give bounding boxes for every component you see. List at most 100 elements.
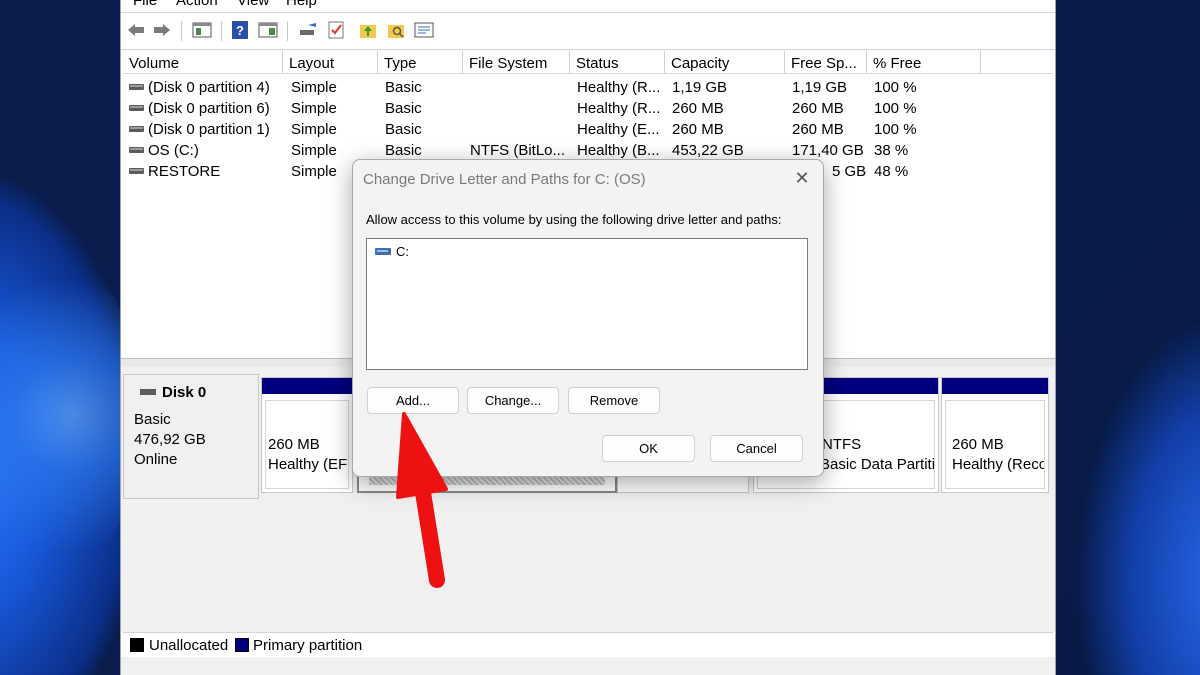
- volume-capacity: 453,22 GB: [672, 142, 744, 159]
- column-file-system[interactable]: File System: [463, 51, 570, 73]
- volume-status: Healthy (R...: [577, 100, 661, 117]
- volume-icon: [129, 168, 144, 174]
- primary-partition-bar: [942, 378, 1048, 394]
- volume-percent-free: 38 %: [874, 142, 909, 159]
- volume-capacity: 260 MB: [672, 121, 724, 138]
- volume-type: Basic: [385, 121, 422, 138]
- drive-icon: [375, 248, 391, 255]
- ok-button[interactable]: OK: [602, 435, 695, 462]
- remove-button[interactable]: Remove: [568, 387, 660, 414]
- partition-size: 260 MB: [952, 436, 1004, 453]
- volume-layout: Simple: [291, 100, 337, 117]
- partition-fs: NTFS: [822, 436, 862, 453]
- close-icon[interactable]: ✕: [793, 169, 811, 187]
- volume-capacity: 260 MB: [672, 100, 724, 117]
- volume-layout: Simple: [291, 121, 337, 138]
- column-status[interactable]: Status: [570, 51, 665, 73]
- volume-icon: [129, 147, 144, 153]
- checklist-icon[interactable]: [325, 19, 347, 41]
- folder-search-icon[interactable]: [385, 19, 407, 41]
- folder-up-icon[interactable]: [357, 19, 379, 41]
- volume-icon: [129, 84, 144, 90]
- volume-icon: [129, 126, 144, 132]
- table-row[interactable]: OS (C:) Simple Basic NTFS (BitLo... Heal…: [123, 140, 1053, 161]
- settings-list-icon[interactable]: [413, 19, 435, 41]
- show-hide-console-icon[interactable]: [191, 19, 213, 41]
- disk-icon: [140, 389, 156, 395]
- disk-type: Basic: [134, 411, 171, 428]
- volume-percent-free: 100 %: [874, 100, 917, 117]
- table-row[interactable]: (Disk 0 partition 1) Simple Basic Health…: [123, 119, 1053, 140]
- status-bar: [121, 657, 1055, 675]
- table-row[interactable]: (Disk 0 partition 6) Simple Basic Health…: [123, 98, 1053, 119]
- dialog-description: Allow access to this volume by using the…: [366, 212, 782, 227]
- column-layout[interactable]: Layout: [283, 51, 378, 73]
- volume-name: (Disk 0 partition 6): [148, 100, 270, 117]
- volume-fs: NTFS (BitLo...: [470, 142, 565, 159]
- volume-name: (Disk 0 partition 1): [148, 121, 270, 138]
- volume-layout: Simple: [291, 163, 337, 180]
- volume-layout: Simple: [291, 79, 337, 96]
- partition-size: 260 MB: [268, 436, 320, 453]
- volume-percent-free: 100 %: [874, 121, 917, 138]
- forward-arrow-icon[interactable]: [151, 19, 173, 41]
- volume-name: RESTORE: [148, 163, 221, 180]
- volume-status: Healthy (E...: [577, 121, 660, 138]
- partition-status: Basic Data Partitio: [820, 456, 934, 473]
- volume-capacity: 1,19 GB: [672, 79, 728, 96]
- unallocated-swatch: [130, 638, 144, 652]
- column-type[interactable]: Type: [378, 51, 463, 73]
- add-button[interactable]: Add...: [367, 387, 459, 414]
- legend: Unallocated Primary partition: [123, 632, 1053, 658]
- help-icon[interactable]: ?: [229, 19, 251, 41]
- toolbar-separator: [181, 21, 182, 41]
- volume-status: Healthy (R...: [577, 79, 661, 96]
- toolbar-separator: [221, 21, 222, 41]
- volume-status: Healthy (B...: [577, 142, 660, 159]
- menu-file[interactable]: File: [133, 0, 157, 9]
- volume-type: Basic: [385, 100, 422, 117]
- change-drive-letter-dialog: Change Drive Letter and Paths for C: (OS…: [352, 159, 824, 477]
- properties-icon[interactable]: [257, 19, 279, 41]
- volume-type: Basic: [385, 142, 422, 159]
- volume-name: OS (C:): [148, 142, 199, 159]
- partition-efi[interactable]: 260 MB Healthy (EFI: [261, 377, 353, 493]
- volume-name: (Disk 0 partition 4): [148, 79, 270, 96]
- partition-status: Healthy (EFI: [268, 456, 348, 473]
- volume-free: 5 GB: [832, 163, 867, 180]
- back-arrow-icon[interactable]: [125, 19, 147, 41]
- menu-action[interactable]: Action: [176, 0, 218, 9]
- disk-0-label[interactable]: Disk 0 Basic 476,92 GB Online: [123, 374, 259, 499]
- primary-partition-swatch: [235, 638, 249, 652]
- legend-primary-partition: Primary partition: [253, 637, 363, 654]
- volume-list-header: Volume Layout Type File System Status Ca…: [123, 51, 1053, 74]
- column-free-space[interactable]: Free Sp...: [785, 51, 867, 73]
- column-capacity[interactable]: Capacity: [665, 51, 785, 73]
- volume-layout: Simple: [291, 142, 337, 159]
- legend-unallocated: Unallocated: [149, 637, 229, 654]
- cancel-button[interactable]: Cancel: [710, 435, 803, 462]
- disk-state: Online: [134, 451, 178, 468]
- column-spacer: [981, 51, 1053, 73]
- volume-icon: [129, 105, 144, 111]
- partition-status: Healthy (Reco: [952, 456, 1044, 473]
- table-row[interactable]: (Disk 0 partition 4) Simple Basic Health…: [123, 77, 1053, 98]
- toolbar: ?: [121, 13, 1055, 50]
- dialog-title: Change Drive Letter and Paths for C: (OS…: [363, 171, 646, 188]
- connect-drive-icon[interactable]: [297, 19, 319, 41]
- partition-recovery[interactable]: 260 MB Healthy (Reco: [941, 377, 1049, 493]
- volume-free: 260 MB: [792, 121, 844, 138]
- drive-letter-entry[interactable]: C:: [396, 244, 409, 259]
- volume-type: Basic: [385, 79, 422, 96]
- volume-free: 260 MB: [792, 100, 844, 117]
- disk-size: 476,92 GB: [134, 431, 206, 448]
- change-button[interactable]: Change...: [467, 387, 559, 414]
- volume-percent-free: 100 %: [874, 79, 917, 96]
- drive-path-list[interactable]: C:: [366, 238, 808, 370]
- menu-view[interactable]: View: [237, 0, 269, 9]
- column-percent-free[interactable]: % Free: [867, 51, 981, 73]
- column-volume[interactable]: Volume: [123, 51, 283, 73]
- svg-text:?: ?: [236, 23, 244, 38]
- menu-help[interactable]: Help: [286, 0, 317, 9]
- toolbar-separator: [287, 21, 288, 41]
